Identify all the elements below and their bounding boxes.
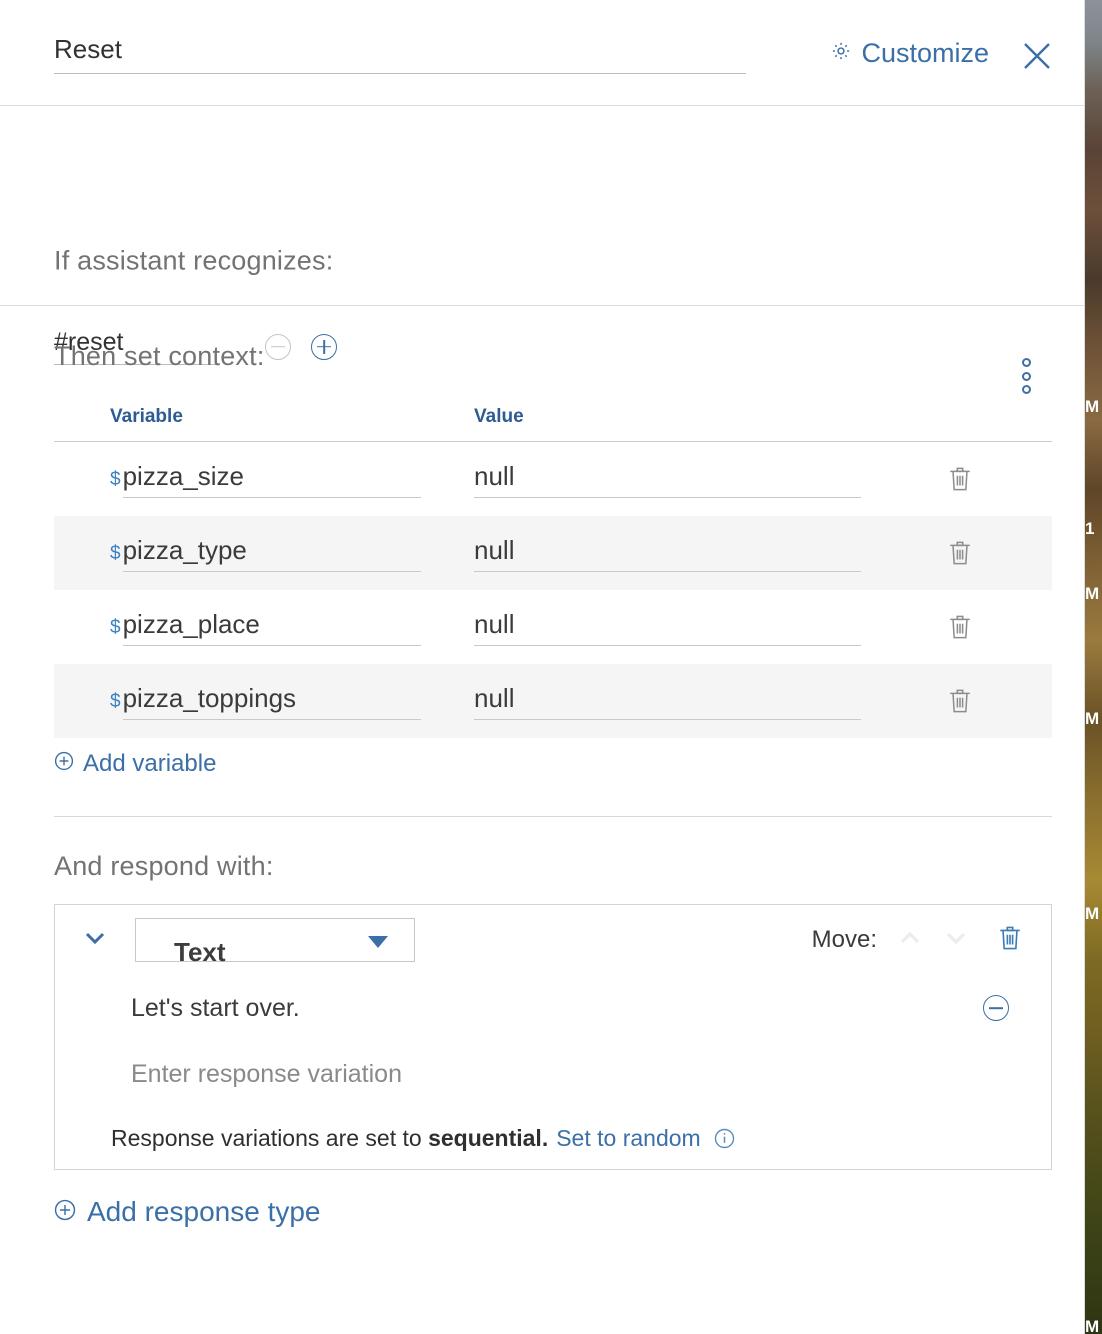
background-text-fragment: M	[1085, 710, 1099, 727]
delete-variable-button[interactable]	[947, 538, 973, 568]
condition-section-title: If assistant recognizes:	[54, 246, 333, 277]
variable-sigil: $	[110, 692, 121, 720]
column-header-variable: Variable	[54, 406, 474, 428]
delete-variable-button[interactable]	[947, 686, 973, 716]
overflow-menu-icon	[1022, 358, 1031, 367]
table-row: $	[54, 442, 1052, 516]
customize-button[interactable]: Customize	[830, 38, 989, 69]
caret-down-icon	[368, 936, 388, 954]
response-variation-input[interactable]	[131, 1060, 891, 1089]
variable-value-input[interactable]	[474, 535, 861, 572]
panel-header: Customize	[0, 0, 1084, 106]
variable-sigil: $	[110, 470, 121, 498]
plus-circle-icon	[54, 750, 74, 778]
plus-circle-icon	[54, 1196, 76, 1228]
delete-variable-button[interactable]	[947, 464, 973, 494]
variable-sigil: $	[110, 544, 121, 572]
table-row: $	[54, 590, 1052, 664]
collapse-response-button[interactable]	[67, 912, 123, 968]
response-variation-input[interactable]	[131, 994, 891, 1023]
response-type-select[interactable]: Text	[135, 918, 415, 962]
table-row: $	[54, 664, 1052, 738]
context-section-title: Then set context:	[54, 341, 265, 372]
customize-label: Customize	[861, 38, 989, 69]
add-response-type-button[interactable]: Add response type	[54, 1196, 321, 1228]
gear-icon	[830, 40, 852, 67]
desktop-background-strip: M 1 M M M M	[1085, 0, 1102, 1334]
minus-circle-icon	[989, 1007, 1003, 1009]
column-header-value: Value	[474, 406, 924, 428]
variable-value-input[interactable]	[474, 461, 861, 498]
variable-value-input[interactable]	[474, 609, 861, 646]
add-variable-label: Add variable	[83, 750, 216, 778]
chevron-down-icon	[941, 923, 971, 958]
table-row: $	[54, 516, 1052, 590]
variable-name-input[interactable]	[123, 461, 421, 498]
move-controls: Move:	[812, 905, 1031, 975]
table-header-row: Variable Value	[54, 406, 1052, 442]
response-variation-row	[55, 975, 1051, 1041]
close-button[interactable]	[1015, 36, 1059, 80]
chevron-down-icon	[81, 924, 109, 957]
add-response-type-label: Add response type	[87, 1196, 321, 1228]
dialog-node-editor-panel: Customize If assistant recognizes: Then …	[0, 0, 1085, 1334]
close-icon	[1020, 39, 1054, 78]
response-card: Text Move:	[54, 904, 1052, 1170]
chevron-up-icon	[895, 923, 925, 958]
variation-mode-bar: Response variations are set to sequentia…	[55, 1107, 1051, 1169]
variable-value-input[interactable]	[474, 683, 861, 720]
background-text-fragment: M	[1085, 1318, 1099, 1334]
variable-sigil: $	[110, 618, 121, 646]
variation-mode-text: Response variations are set to	[111, 1125, 422, 1152]
variable-name-input[interactable]	[123, 535, 421, 572]
set-to-random-link[interactable]: Set to random	[556, 1125, 700, 1152]
move-up-button[interactable]	[889, 919, 931, 961]
delete-variable-button[interactable]	[947, 612, 973, 642]
move-label: Move:	[812, 926, 877, 954]
respond-section: And respond with: Text	[0, 817, 1084, 1228]
background-text-fragment: M	[1085, 585, 1099, 602]
variable-name-input[interactable]	[123, 683, 421, 720]
variation-mode-value: sequential.	[428, 1125, 548, 1152]
background-text-fragment: M	[1085, 905, 1099, 922]
node-title-input[interactable]	[54, 34, 746, 74]
context-section: Then set context: Variable Value $	[0, 306, 1084, 817]
response-card-header: Text Move:	[55, 905, 1051, 975]
context-overflow-menu-button[interactable]	[1009, 354, 1043, 398]
respond-section-title: And respond with:	[54, 851, 1084, 882]
info-icon[interactable]	[714, 1128, 735, 1149]
trash-icon	[997, 923, 1023, 958]
variable-name-input[interactable]	[123, 609, 421, 646]
condition-section: If assistant recognizes:	[0, 106, 1084, 306]
move-down-button[interactable]	[935, 919, 977, 961]
background-text-fragment: 1	[1085, 520, 1094, 537]
response-type-value: Text	[174, 939, 226, 965]
context-variables-table: Variable Value $	[54, 406, 1052, 738]
response-variation-row	[55, 1041, 1051, 1107]
background-text-fragment: M	[1085, 398, 1099, 415]
delete-response-button[interactable]	[989, 919, 1031, 961]
add-variable-button[interactable]: Add variable	[54, 750, 216, 778]
remove-variation-button[interactable]	[983, 995, 1009, 1021]
